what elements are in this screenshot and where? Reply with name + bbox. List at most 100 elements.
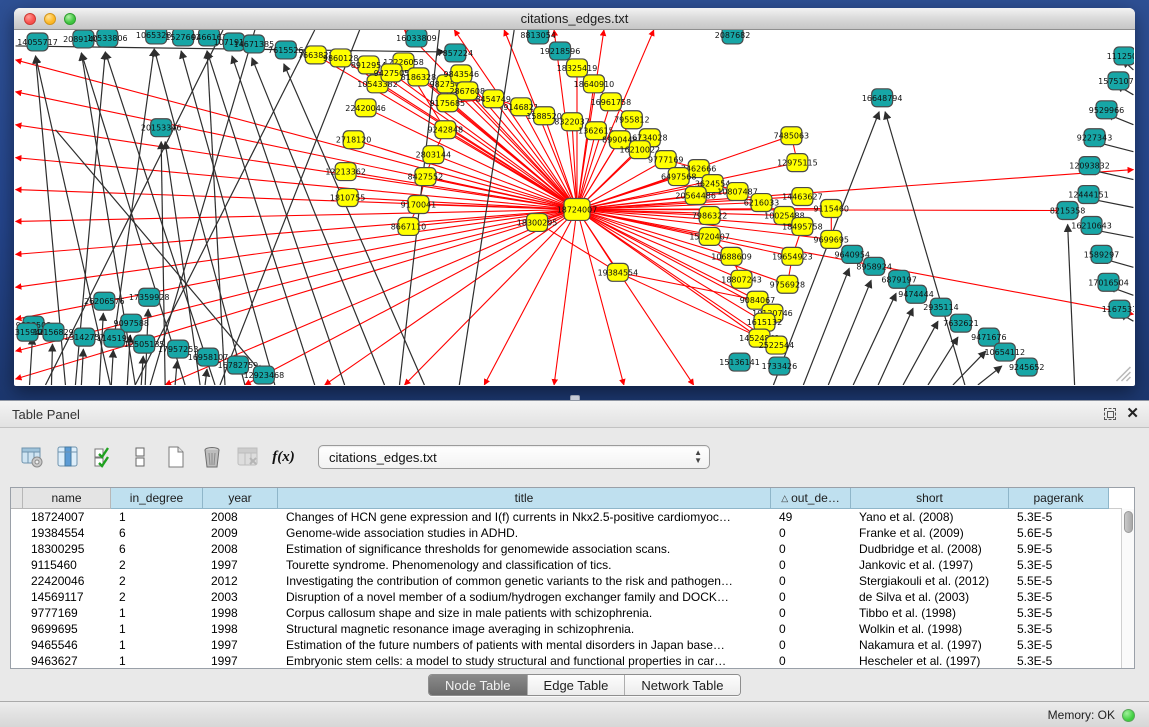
- table-selector-dropdown[interactable]: citations_edges.txt ▲▼: [318, 445, 710, 469]
- table-cell[interactable]: 5.9E-5: [1009, 542, 1109, 556]
- table-cell[interactable]: 1997: [203, 638, 278, 652]
- window-titlebar[interactable]: citations_edges.txt: [14, 8, 1135, 30]
- graph-node[interactable]: 19654923: [772, 247, 813, 265]
- table-cell[interactable]: 2: [111, 558, 203, 572]
- graph-node[interactable]: 2087682: [715, 30, 750, 44]
- table-row[interactable]: 1938455462009Genome-wide association stu…: [11, 525, 1134, 541]
- table-cell[interactable]: 1997: [203, 558, 278, 572]
- graph-node[interactable]: 18325419: [557, 59, 598, 77]
- table-cell[interactable]: 22420046: [23, 574, 111, 588]
- table-cell[interactable]: 1: [111, 654, 203, 668]
- tab-network-table[interactable]: Network Table: [625, 675, 739, 695]
- table-row[interactable]: 1830029562008Estimation of significance …: [11, 541, 1134, 557]
- graph-node[interactable]: 9227343: [1077, 129, 1113, 147]
- table-cell[interactable]: 2: [111, 590, 203, 604]
- graph-node[interactable]: 9170041: [401, 196, 437, 214]
- graph-node[interactable]: 16961758: [591, 93, 632, 111]
- column-header-name[interactable]: name: [23, 488, 111, 509]
- graph-node[interactable]: 17016504: [1088, 273, 1129, 291]
- table-cell[interactable]: Estimation of the future numbers of pati…: [278, 638, 771, 652]
- table-cell[interactable]: Stergiakouli et al. (2012): [851, 574, 1009, 588]
- graph-node[interactable]: 15751074: [1098, 72, 1134, 90]
- table-cell[interactable]: Embryonic stem cells: a model to study s…: [278, 654, 771, 668]
- table-cell[interactable]: 5.3E-5: [1009, 510, 1109, 524]
- table-cell[interactable]: Disruption of a novel member of a sodium…: [278, 590, 771, 604]
- graph-node[interactable]: 2718120: [336, 131, 372, 149]
- graph-node[interactable]: 9529966: [1089, 101, 1125, 119]
- graph-node[interactable]: 20153346: [141, 119, 182, 137]
- table-cell[interactable]: 18300295: [23, 542, 111, 556]
- delete-column-button[interactable]: [198, 444, 225, 471]
- graph-node[interactable]: 15720407: [689, 227, 730, 245]
- table-cell[interactable]: 5.6E-5: [1009, 526, 1109, 540]
- table-row[interactable]: 1872400712008Changes of HCN gene express…: [11, 509, 1134, 525]
- graph-node[interactable]: 8215358: [1050, 202, 1085, 220]
- table-cell[interactable]: 5.3E-5: [1009, 622, 1109, 636]
- table-cell[interactable]: Tourette syndrome. Phenomenology and cla…: [278, 558, 771, 572]
- table-cell[interactable]: de Silva et al. (2003): [851, 590, 1009, 604]
- table-row[interactable]: 1456911722003Disruption of a novel membe…: [11, 589, 1134, 605]
- graph-node[interactable]: 10688609: [711, 247, 752, 265]
- table-cell[interactable]: Estimation of significance thresholds fo…: [278, 542, 771, 556]
- table-cell[interactable]: 5.3E-5: [1009, 654, 1109, 668]
- column-header-short[interactable]: short: [851, 488, 1009, 509]
- table-cell[interactable]: Jankovic et al. (1997): [851, 558, 1009, 572]
- table-cell[interactable]: Nakamura et al. (1997): [851, 638, 1009, 652]
- table-cell[interactable]: 0: [771, 622, 851, 636]
- table-cell[interactable]: 0: [771, 542, 851, 556]
- table-cell[interactable]: 6: [111, 542, 203, 556]
- table-cell[interactable]: 0: [771, 654, 851, 668]
- graph-node[interactable]: 12975115: [777, 154, 818, 172]
- table-cell[interactable]: 9777169: [23, 606, 111, 620]
- table-cell[interactable]: 0: [771, 574, 851, 588]
- table-cell[interactable]: 14569117: [23, 590, 111, 604]
- table-cell[interactable]: 0: [771, 638, 851, 652]
- column-visibility-button[interactable]: [90, 444, 117, 471]
- table-cell[interactable]: 5.3E-5: [1009, 558, 1109, 572]
- tab-node-table[interactable]: Node Table: [429, 675, 528, 695]
- table-row[interactable]: 946362711997Embryonic stem cells: a mode…: [11, 653, 1134, 669]
- table-cell[interactable]: 9699695: [23, 622, 111, 636]
- column-header-pagerank[interactable]: pagerank: [1009, 488, 1109, 509]
- table-cell[interactable]: Genome-wide association studies in ADHD.: [278, 526, 771, 540]
- table-cell[interactable]: 0: [771, 606, 851, 620]
- graph-node[interactable]: 14463627: [782, 188, 823, 206]
- table-cell[interactable]: Hescheler et al. (1997): [851, 654, 1009, 668]
- table-cell[interactable]: 18724007: [23, 510, 111, 524]
- graph-node[interactable]: 1589297: [1084, 245, 1120, 263]
- graph-node[interactable]: 7955812: [614, 111, 650, 129]
- table-cell[interactable]: 2008: [203, 542, 278, 556]
- graph-node[interactable]: 8667110: [391, 217, 427, 235]
- table-cell[interactable]: Dudbridge et al. (2008): [851, 542, 1009, 556]
- table-cell[interactable]: 5.3E-5: [1009, 590, 1109, 604]
- table-cell[interactable]: 1: [111, 510, 203, 524]
- table-cell[interactable]: 1998: [203, 622, 278, 636]
- table-cell[interactable]: 19384554: [23, 526, 111, 540]
- graph-node[interactable]: 7857224: [438, 44, 474, 62]
- graph-node[interactable]: 9245652: [1009, 358, 1045, 376]
- graph-node[interactable]: 1167531: [1102, 300, 1134, 318]
- row-height-button[interactable]: [126, 444, 153, 471]
- table-cell[interactable]: 2003: [203, 590, 278, 604]
- table-cell[interactable]: 1: [111, 622, 203, 636]
- table-scrollbar[interactable]: [1121, 509, 1134, 668]
- table-cell[interactable]: Franke et al. (2009): [851, 526, 1009, 540]
- table-cell[interactable]: 0: [771, 590, 851, 604]
- table-cell[interactable]: 5.3E-5: [1009, 638, 1109, 652]
- network-graph[interactable]: 1872400718300295766382298601288912954105…: [15, 30, 1134, 385]
- table-cell[interactable]: 1: [111, 638, 203, 652]
- graph-node[interactable]: 16033809: [396, 30, 437, 47]
- graph-node[interactable]: 15136141: [719, 353, 760, 371]
- table-cell[interactable]: 2: [111, 574, 203, 588]
- function-builder-button[interactable]: f(x): [270, 444, 297, 471]
- table-cell[interactable]: 5.3E-5: [1009, 606, 1109, 620]
- table-cell[interactable]: Tibbo et al. (1998): [851, 606, 1009, 620]
- graph-node[interactable]: 9756928: [770, 275, 806, 293]
- table-options-button[interactable]: [18, 444, 45, 471]
- graph-node[interactable]: 18640910: [574, 75, 615, 93]
- graph-node[interactable]: 1112504: [1107, 47, 1134, 65]
- graph-node[interactable]: 14055717: [17, 33, 58, 51]
- float-panel-icon[interactable]: [1104, 408, 1116, 420]
- table-row[interactable]: 969969511998Structural magnetic resonanc…: [11, 621, 1134, 637]
- graph-node[interactable]: 19218596: [540, 42, 581, 60]
